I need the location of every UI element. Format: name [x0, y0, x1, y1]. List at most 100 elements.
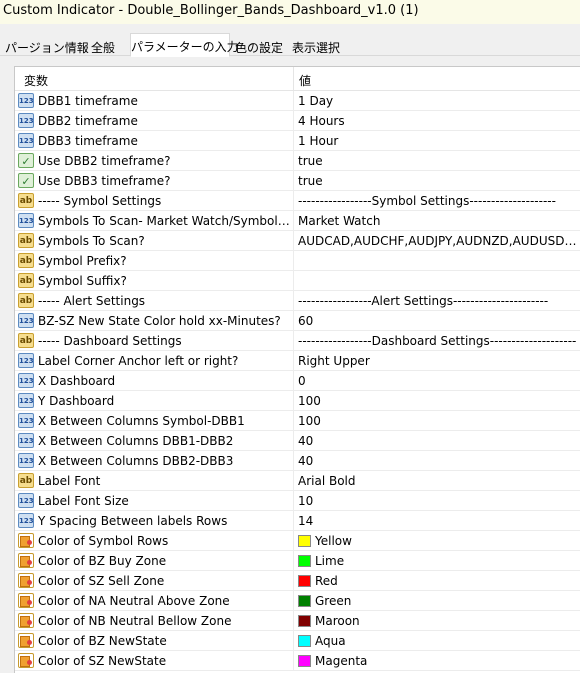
table-row[interactable]: 123 X Between Columns Symbol-DBB1 100 [15, 411, 580, 431]
parameter-value[interactable]: 60 [298, 314, 579, 328]
table-row[interactable]: Color of BZ Buy Zone Lime [15, 551, 580, 571]
cell-divider [293, 431, 294, 451]
parameter-value[interactable]: 100 [298, 414, 579, 428]
table-row[interactable]: ✓ Use DBB2 timeframe? true [15, 151, 580, 171]
number-icon: 123 [18, 413, 34, 428]
parameter-name: ----- Dashboard Settings [38, 334, 182, 348]
column-header-value[interactable]: 値 [299, 72, 311, 89]
cell-divider [293, 391, 294, 411]
color-swatch[interactable] [298, 575, 311, 587]
table-row[interactable]: ab Symbol Suffix? [15, 271, 580, 291]
parameter-value[interactable]: -----------------Symbol Settings--------… [298, 194, 579, 208]
tab-input-parameters[interactable]: パラメーターの入力 [130, 33, 239, 57]
tab-version-info[interactable]: パージョン情報 [4, 36, 89, 56]
table-row[interactable]: 123 Label Corner Anchor left or right? Rig… [15, 351, 580, 371]
table-row[interactable]: 123 X Dashboard 0 [15, 371, 580, 391]
parameter-value[interactable]: 100 [298, 394, 579, 408]
parameter-value[interactable]: Green [315, 594, 579, 608]
table-row[interactable]: 123 Y Dashboard 100 [15, 391, 580, 411]
parameter-name: X Dashboard [38, 374, 116, 388]
cell-divider [293, 471, 294, 491]
parameter-name: X Between Columns DBB1-DBB2 [38, 434, 234, 448]
parameter-value[interactable]: 40 [298, 434, 579, 448]
cell-divider [293, 91, 294, 111]
string-icon: ab [18, 193, 34, 208]
color-icon [18, 533, 34, 548]
parameter-name: Use DBB2 timeframe? [38, 154, 171, 168]
number-icon: 123 [18, 313, 34, 328]
table-row[interactable]: 123 DBB2 timeframe 4 Hours [15, 111, 580, 131]
cell-divider [293, 551, 294, 571]
parameter-name: Y Dashboard [38, 394, 115, 408]
table-row[interactable]: 123 BZ-SZ New State Color hold xx-Minutes… [15, 311, 580, 331]
parameter-value[interactable]: 1 Hour [298, 134, 579, 148]
table-row[interactable]: Color of SZ NewState Magenta [15, 651, 580, 671]
table-row[interactable]: 123 DBB3 timeframe 1 Hour [15, 131, 580, 151]
table-row[interactable]: ab ----- Alert Settings -----------------A… [15, 291, 580, 311]
table-row[interactable]: ab ----- Symbol Settings -----------------… [15, 191, 580, 211]
parameter-value[interactable]: 10 [298, 494, 579, 508]
parameter-name: ----- Alert Settings [38, 294, 146, 308]
table-row[interactable]: Color of BZ NewState Aqua [15, 631, 580, 651]
tab-general[interactable]: 全般 [86, 36, 120, 56]
column-header-variable[interactable]: 変数 [24, 72, 48, 89]
tab-color-settings[interactable]: 色の設定 [232, 36, 286, 56]
table-row[interactable]: Color of SZ Sell Zone Red [15, 571, 580, 591]
parameter-value[interactable]: 14 [298, 514, 579, 528]
parameter-name: X Between Columns DBB2-DBB3 [38, 454, 234, 468]
parameter-value[interactable]: Magenta [315, 654, 579, 668]
parameter-value[interactable]: -----------------Alert Settings---------… [298, 294, 579, 308]
table-row[interactable]: 123 X Between Columns DBB1-DBB2 40 [15, 431, 580, 451]
parameter-name: Color of Symbol Rows [38, 534, 169, 548]
color-swatch[interactable] [298, 555, 311, 567]
parameter-value[interactable]: Arial Bold [298, 474, 579, 488]
table-row[interactable]: ab Symbol Prefix? [15, 251, 580, 271]
cell-divider [293, 271, 294, 291]
column-divider[interactable] [293, 67, 294, 91]
parameter-value[interactable]: 0 [298, 374, 579, 388]
table-row[interactable]: ab ----- Dashboard Settings --------------… [15, 331, 580, 351]
color-swatch[interactable] [298, 615, 311, 627]
table-row[interactable]: Color of NA Neutral Above Zone Green [15, 591, 580, 611]
table-row[interactable]: Color of NB Neutral Bellow Zone Maroon [15, 611, 580, 631]
parameter-value[interactable]: true [298, 154, 579, 168]
table-row[interactable]: 123 Symbols To Scan- Market Watch/Symbol … [15, 211, 580, 231]
table-row[interactable]: 123 Label Font Size 10 [15, 491, 580, 511]
parameter-value[interactable]: 4 Hours [298, 114, 579, 128]
bool-icon: ✓ [18, 153, 34, 168]
table-row[interactable]: 123 DBB1 timeframe 1 Day [15, 91, 580, 111]
color-swatch[interactable] [298, 635, 311, 647]
parameter-value[interactable]: Lime [315, 554, 579, 568]
parameter-value[interactable]: Yellow [315, 534, 579, 548]
table-row[interactable]: ab Label Font Arial Bold [15, 471, 580, 491]
parameter-value[interactable]: Maroon [315, 614, 579, 628]
cell-divider [293, 411, 294, 431]
parameter-value[interactable]: Red [315, 574, 579, 588]
cell-divider [293, 231, 294, 251]
table-row[interactable]: 123 Y Spacing Between labels Rows 14 [15, 511, 580, 531]
color-swatch[interactable] [298, 655, 311, 667]
color-swatch[interactable] [298, 535, 311, 547]
table-row[interactable]: 123 X Between Columns DBB2-DBB3 40 [15, 451, 580, 471]
parameter-value[interactable]: 1 Day [298, 94, 579, 108]
tab-bar: パージョン情報 全般 パラメーターの入力 色の設定 表示選択 [0, 30, 580, 57]
tab-visualization[interactable]: 表示選択 [288, 36, 344, 56]
parameter-value[interactable]: 40 [298, 454, 579, 468]
parameter-value[interactable]: AUDCAD,AUDCHF,AUDJPY,AUDNZD,AUDUSD,CA... [298, 234, 579, 248]
parameter-name: DBB3 timeframe [38, 134, 138, 148]
color-swatch[interactable] [298, 595, 311, 607]
parameter-value[interactable]: -----------------Dashboard Settings-----… [298, 334, 579, 348]
table-row[interactable]: ab Symbols To Scan? AUDCAD,AUDCHF,AUDJPY,A… [15, 231, 580, 251]
color-icon [18, 573, 34, 588]
parameter-value[interactable]: Aqua [315, 634, 579, 648]
table-row[interactable]: Color of Symbol Rows Yellow [15, 531, 580, 551]
number-icon: 123 [18, 513, 34, 528]
table-row[interactable]: ✓ Use DBB3 timeframe? true [15, 171, 580, 191]
cell-divider [293, 171, 294, 191]
cell-divider [293, 311, 294, 331]
parameter-name: Symbol Suffix? [38, 274, 127, 288]
parameter-value[interactable]: true [298, 174, 579, 188]
parameter-value[interactable]: Right Upper [298, 354, 579, 368]
parameter-value[interactable]: Market Watch [298, 214, 579, 228]
cell-divider [293, 151, 294, 171]
